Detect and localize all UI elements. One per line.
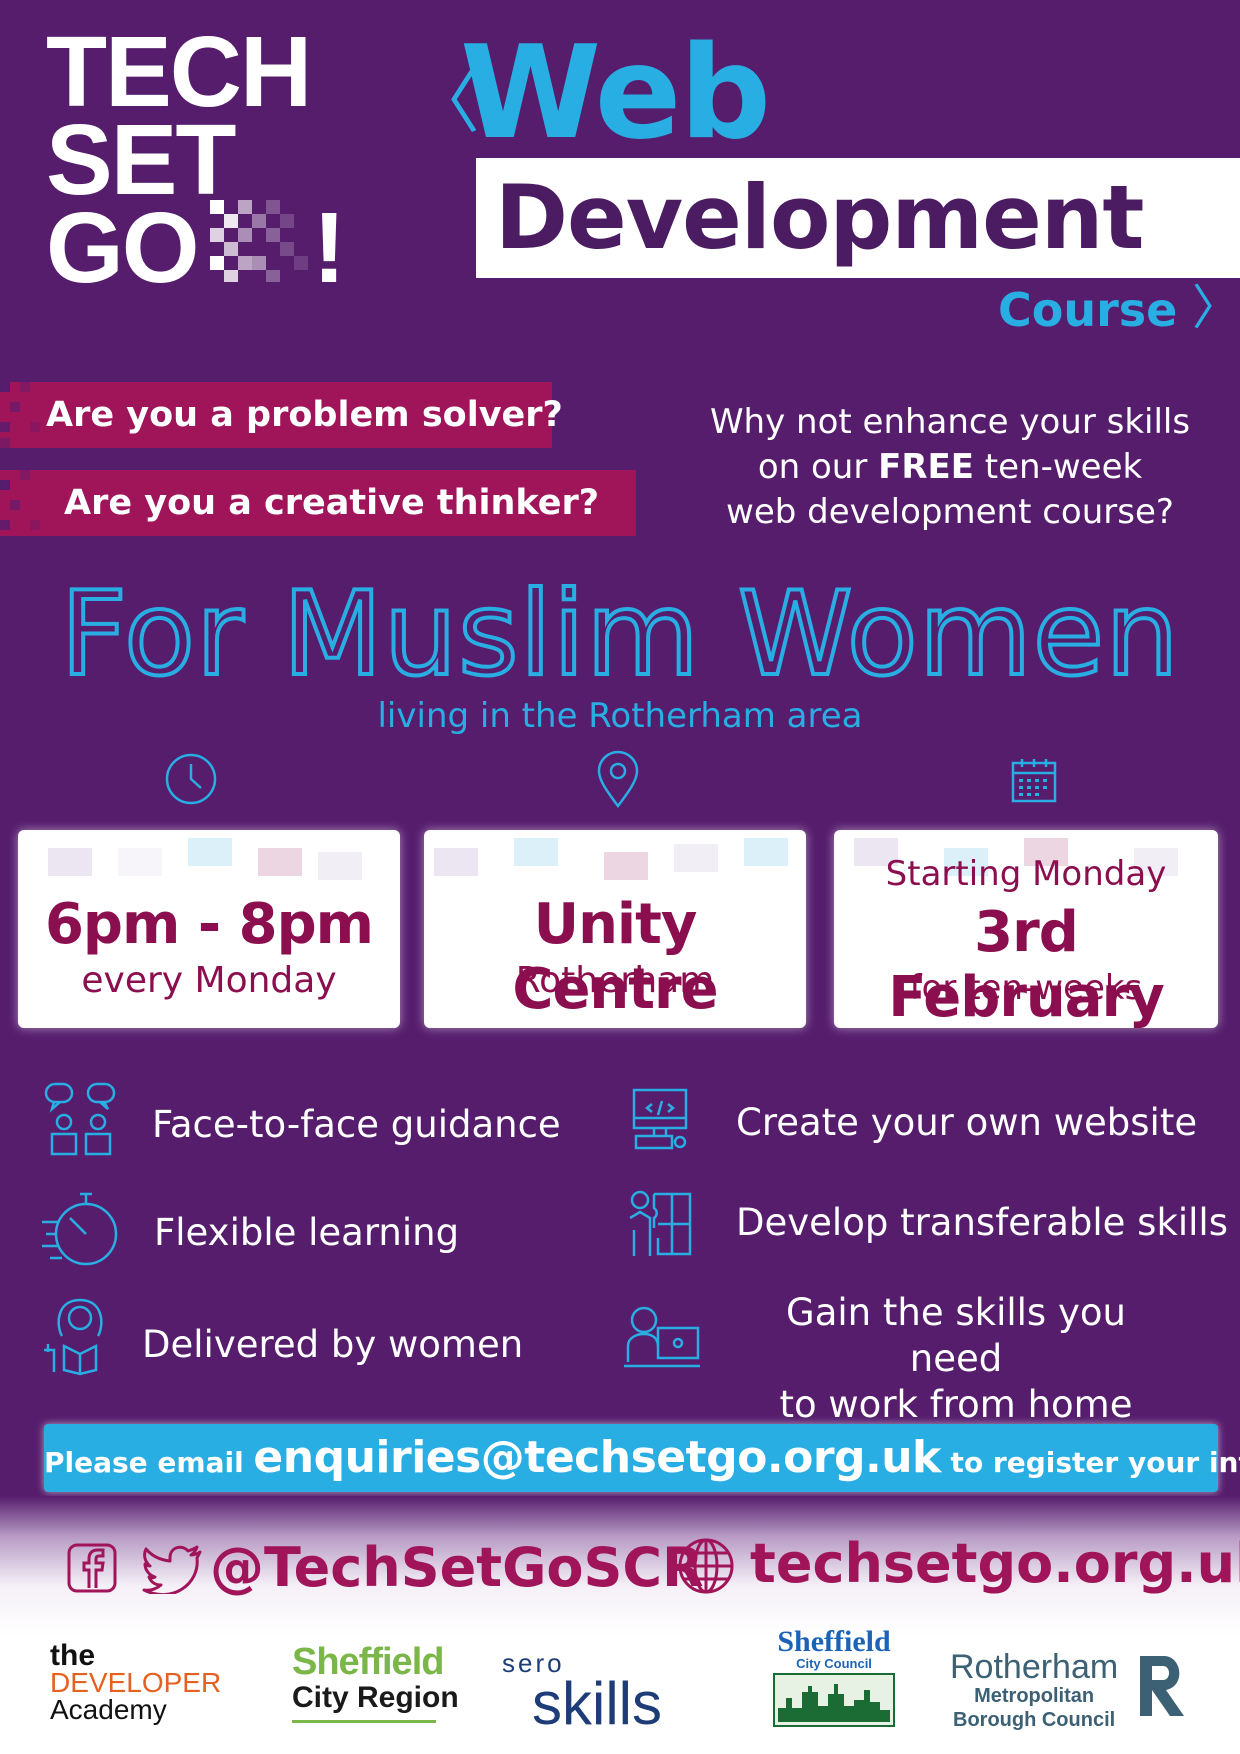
question-banner-problem-solver: Are you a problem solver?	[0, 382, 563, 448]
dev-academy-the: the	[50, 1639, 95, 1672]
website-link[interactable]: techsetgo.org.uk	[750, 1532, 1240, 1596]
scc-city-council: City Council	[796, 1656, 872, 1671]
cta-email-link[interactable]: enquiries@techsetgo.org.uk	[253, 1432, 941, 1483]
sheffield-skyline-icon	[773, 1673, 895, 1727]
globe-icon	[678, 1538, 734, 1594]
location-card-main: Unity Centre	[512, 892, 718, 1022]
question-banner-creative-thinker: Are you a creative thinker?	[0, 470, 636, 536]
location-pin-icon	[597, 750, 639, 808]
intro-line-3: web development course?	[726, 492, 1174, 532]
feature-flexible-learning: Flexible learning	[154, 1211, 460, 1254]
location-card: Unity Centre Rotherham	[424, 830, 806, 1028]
title-course: Course	[998, 283, 1178, 337]
banner-pixel-fade	[0, 470, 40, 530]
cta-pre: Please email	[44, 1446, 254, 1479]
sero-skills-logo: sero skills	[502, 1650, 662, 1737]
title-development: Development	[495, 166, 1144, 269]
intro-line-2-post: ten-week	[973, 447, 1143, 487]
feature-delivered-by-women: Delivered by women	[142, 1323, 524, 1366]
scr-sheffield: Sheffield	[292, 1641, 444, 1683]
twitter-handle[interactable]: @TechSetGoSCR	[210, 1536, 704, 1600]
feature-work-from-home: Gain the skills you need to work from ho…	[736, 1290, 1176, 1428]
time-card: 6pm - 8pm every Monday	[18, 830, 400, 1028]
date-card: Starting Monday 3rd February for ten-wee…	[834, 830, 1218, 1028]
time-card-sub: every Monday	[81, 960, 337, 1001]
feature-face-to-face: Face-to-face guidance	[152, 1103, 561, 1146]
feature-transferable-skills: Develop transferable skills	[736, 1201, 1228, 1244]
logo-pixel-dissolve	[210, 200, 320, 282]
calendar-icon	[1011, 759, 1057, 803]
stopwatch-icon	[42, 1192, 118, 1266]
title-web: Web	[460, 19, 771, 168]
audience-heading: For Muslim Women	[58, 567, 1180, 702]
rotherham-r-mark-icon	[1140, 1656, 1184, 1716]
rmbc-borough-council: Borough Council	[953, 1709, 1116, 1731]
intro-line-1: Why not enhance your skills	[709, 402, 1191, 442]
feature-work-from-home-line-2: to work from home	[779, 1383, 1133, 1426]
scr-city-region: City Region	[292, 1681, 459, 1714]
intro-line-2: on our FREE ten-week	[680, 445, 1220, 490]
feature-work-from-home-line-1: Gain the skills you need	[786, 1291, 1126, 1380]
cta-post: to register your interest	[950, 1446, 1240, 1479]
speech-bubbles-people-icon	[44, 1082, 116, 1156]
feature-create-website: Create your own website	[736, 1101, 1198, 1144]
time-card-main: 6pm - 8pm	[44, 892, 374, 957]
code-computer-icon	[632, 1088, 688, 1150]
title-right-chevron: 〉	[1192, 280, 1240, 336]
question-2-text: Are you a creative thinker?	[64, 483, 600, 523]
dev-academy-academy: Academy	[50, 1694, 167, 1725]
date-card-top: Starting Monday	[885, 854, 1167, 894]
sheffield-city-region-logo: Sheffield City Region	[292, 1641, 459, 1723]
rotherham-council-logo: Rotherham Metropolitan Borough Council	[950, 1650, 1118, 1732]
clock-icon	[165, 753, 217, 805]
logo-line-set: SET	[46, 104, 236, 216]
logo-go: GO	[46, 192, 200, 304]
intro-paragraph: Why not enhance your skills on our FREE …	[680, 400, 1220, 535]
person-at-computer-icon	[624, 1306, 700, 1368]
rmbc-rotherham: Rotherham	[950, 1648, 1119, 1686]
location-card-sub: Rotherham	[515, 960, 715, 1001]
date-card-sub: for ten-weeks	[909, 968, 1143, 1008]
woman-reading-icon	[44, 1298, 103, 1376]
intro-line-2-pre: on our	[757, 447, 879, 487]
skills-text: skills	[532, 1670, 662, 1737]
developer-academy-logo: the DEVELOPER Academy	[50, 1639, 222, 1725]
facebook-icon[interactable]	[66, 1542, 118, 1594]
rmbc-metropolitan: Metropolitan	[974, 1685, 1095, 1707]
poster: TECH SET GO! 〈 Web Development Course 〉 …	[0, 0, 1240, 1754]
dev-academy-developer: DEVELOPER	[50, 1667, 222, 1698]
intro-free: FREE	[878, 447, 974, 487]
scc-sheffield: Sheffield	[777, 1625, 891, 1658]
register-interest-bar: Please email enquiries@techsetgo.org.uk …	[44, 1424, 1240, 1492]
date-card-main: 3rd February	[888, 900, 1164, 1028]
puzzle-person-icon	[629, 1190, 692, 1256]
question-1-text: Are you a problem solver?	[46, 395, 563, 435]
logo-line-tech: TECH	[46, 16, 312, 128]
audience-subheading: living in the Rotherham area	[377, 696, 863, 736]
twitter-icon[interactable]	[142, 1544, 204, 1594]
sheffield-city-council-logo: Sheffield City Council	[772, 1625, 896, 1733]
